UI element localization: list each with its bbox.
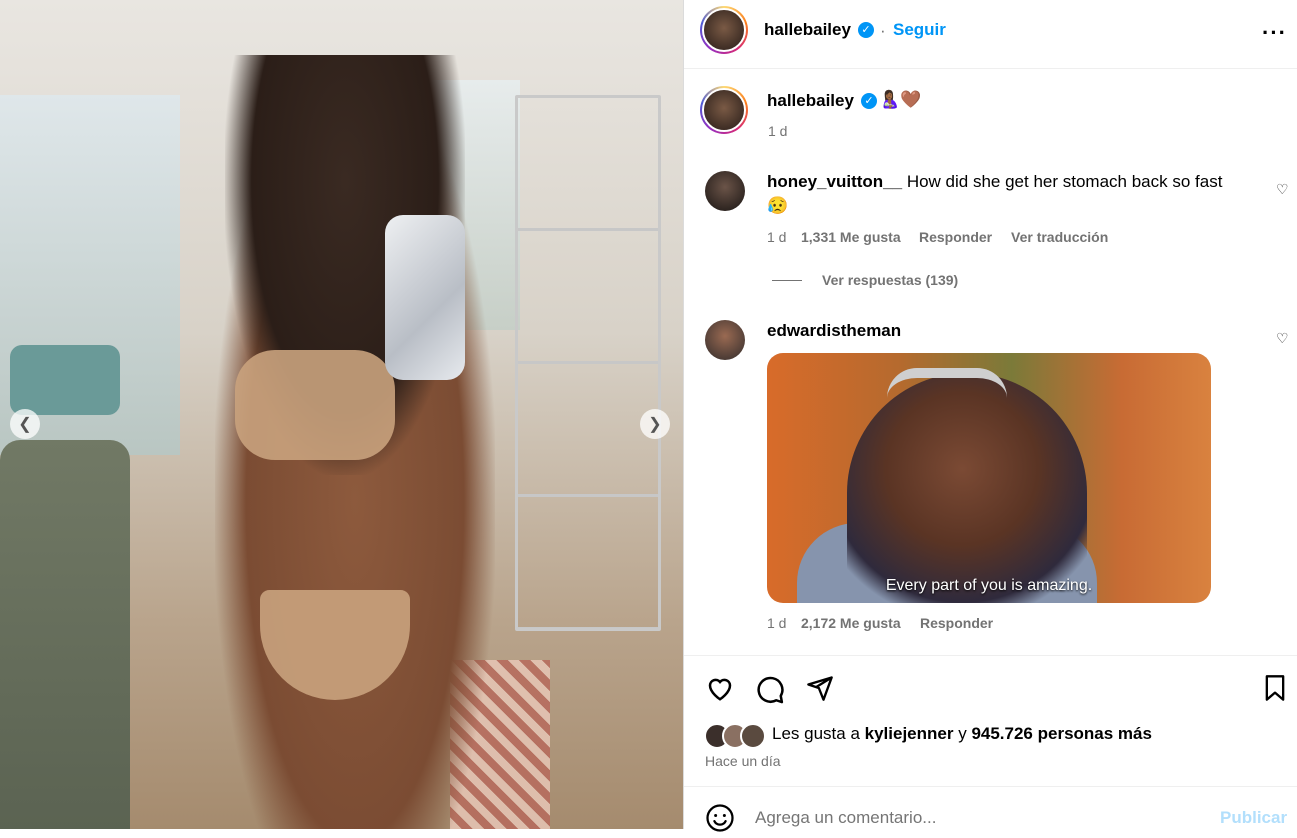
- comment-like-heart-icon[interactable]: ♡: [1276, 330, 1289, 347]
- likes-user-link[interactable]: kyliejenner: [865, 724, 954, 743]
- comment-text: honey_vuitton__ How did she get her stom…: [767, 170, 1257, 218]
- previous-image-button[interactable]: ❮: [10, 409, 40, 439]
- next-image-button[interactable]: ❯: [640, 409, 670, 439]
- chevron-left-icon: ❮: [18, 416, 32, 433]
- verified-icon: ✓: [858, 22, 874, 38]
- comment-emoji: 😥: [767, 196, 789, 215]
- bookmark-icon[interactable]: [1262, 674, 1288, 707]
- header-separator: ·: [880, 21, 886, 40]
- send-icon[interactable]: [806, 674, 834, 707]
- caption-text: 🤱🏾🤎: [879, 90, 922, 109]
- smiley-icon[interactable]: [705, 803, 735, 838]
- heart-icon[interactable]: [705, 674, 735, 707]
- comment-time: 1 d: [767, 229, 787, 245]
- likes-summary: Les gusta a kyliejenner y 945.726 person…: [772, 724, 1152, 744]
- comment-like-heart-icon[interactable]: ♡: [1276, 181, 1289, 198]
- comment-time: 1 d: [767, 615, 787, 631]
- gif-caption: Every part of you is amazing.: [885, 577, 1093, 594]
- image-garment-top: [235, 350, 395, 460]
- comment-username[interactable]: edwardistheman: [767, 321, 901, 341]
- likes-prefix: Les gusta a: [772, 724, 860, 743]
- comment-gif[interactable]: Every part of you is amazing.: [767, 353, 1211, 603]
- comment-divider: [684, 786, 1297, 787]
- post-image[interactable]: ❮ ❯: [0, 0, 683, 829]
- caption-username[interactable]: hallebailey: [767, 91, 854, 111]
- more-horizontal-icon[interactable]: ···: [1262, 20, 1287, 46]
- gif-headband: [887, 368, 1007, 408]
- caption-time: 1 d: [768, 123, 788, 139]
- image-sofa: [0, 440, 130, 829]
- header-username[interactable]: hallebailey: [764, 20, 851, 40]
- comment-avatar[interactable]: [705, 171, 745, 211]
- image-cushion: [10, 345, 120, 415]
- comment-likes[interactable]: 1,331 Me gusta: [801, 229, 901, 245]
- panel-divider: [683, 0, 684, 829]
- verified-icon: ✓: [861, 93, 877, 109]
- header-avatar[interactable]: [700, 6, 748, 54]
- post-time: Hace un día: [705, 753, 781, 769]
- comment-avatar[interactable]: [705, 320, 745, 360]
- comment-reply-button[interactable]: Responder: [920, 615, 993, 631]
- image-shelf: [515, 95, 661, 631]
- likes-connector: y: [958, 724, 967, 743]
- publish-button[interactable]: Publicar: [1220, 808, 1287, 828]
- image-phone: [385, 215, 465, 380]
- follow-button[interactable]: Seguir: [893, 20, 946, 40]
- chevron-right-icon: ❯: [648, 416, 662, 433]
- caption-avatar[interactable]: [700, 86, 748, 134]
- comment-input[interactable]: [755, 808, 1205, 828]
- replies-line: [772, 280, 802, 281]
- comment-likes[interactable]: 2,172 Me gusta: [801, 615, 901, 631]
- liker-avatar: [740, 723, 766, 749]
- likes-others-link[interactable]: 945.726 personas más: [971, 724, 1152, 743]
- header-divider: [684, 68, 1297, 69]
- actions-divider: [684, 655, 1297, 656]
- comment-username[interactable]: honey_vuitton__: [767, 172, 902, 191]
- comment-body: How did she get her stomach back so fast: [906, 172, 1223, 191]
- comment-reply-button[interactable]: Responder: [919, 229, 992, 245]
- comment-icon[interactable]: [755, 674, 785, 709]
- comment-translate-button[interactable]: Ver traducción: [1011, 229, 1108, 245]
- view-replies-button[interactable]: Ver respuestas (139): [822, 272, 958, 288]
